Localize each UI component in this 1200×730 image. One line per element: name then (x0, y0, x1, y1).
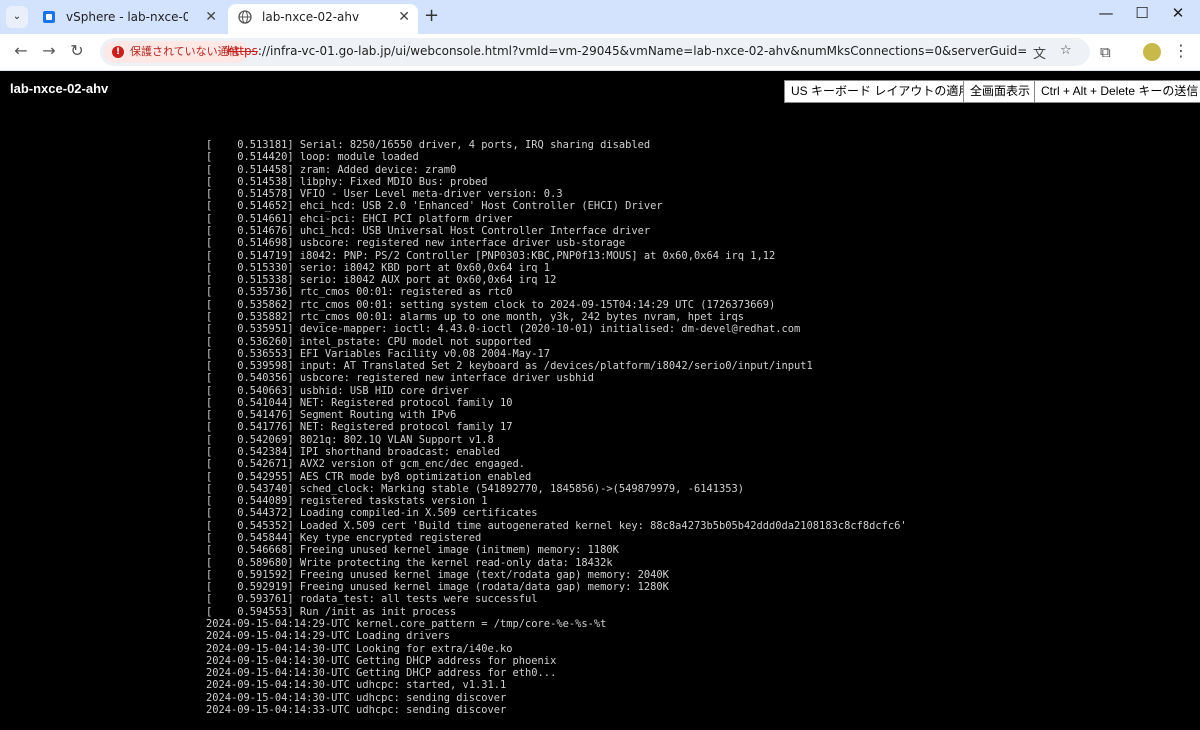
maximize-icon[interactable]: ☐ (1122, 4, 1162, 22)
log-line: 2024-09-15-04:14:30-UTC Looking for extr… (206, 642, 513, 655)
address-bar[interactable]: ! 保護されていない通信 https://infra-vc-01.go-lab.… (100, 38, 1090, 66)
page-title: lab-nxce-02-ahv (10, 81, 109, 96)
bookmark-star-icon[interactable]: ☆ (1060, 43, 1072, 58)
minimize-icon[interactable]: — (1086, 4, 1126, 22)
log-line: [ 0.542955] AES CTR mode by8 optimizatio… (206, 470, 532, 483)
log-line: [ 0.542671] AVX2 version of gcm_enc/dec … (206, 458, 526, 471)
forward-icon[interactable]: → (38, 41, 60, 60)
tab-vsphere[interactable]: vSphere - lab-nxce-02-ahv - サ ✕ (32, 4, 225, 34)
log-line: [ 0.514719] i8042: PNP: PS/2 Controller … (206, 249, 776, 262)
log-line: [ 0.544089] registered taskstats version… (206, 495, 488, 508)
security-chip-label: 保護されていない通信 (130, 45, 240, 58)
fullscreen-button[interactable]: 全画面表示 (963, 80, 1038, 103)
console-header: lab-nxce-02-ahv US キーボード レイアウトの適用 全画面表示 … (0, 72, 1200, 110)
log-line: [ 0.514661] ehci-pci: EHCI PCI platform … (206, 212, 513, 225)
back-icon[interactable]: ← (10, 41, 32, 60)
log-line: [ 0.514652] ehci_hcd: USB 2.0 'Enhanced'… (206, 200, 663, 213)
log-line: [ 0.536553] EFI Variables Facility v0.08… (206, 347, 551, 360)
tab-console[interactable]: lab-nxce-02-ahv ✕ (228, 4, 418, 34)
log-line: [ 0.513181] Serial: 8250/16550 driver, 4… (206, 139, 651, 151)
log-line: [ 0.541044] NET: Registered protocol fam… (206, 396, 513, 409)
browser-toolbar: ← → ↻ ! 保護されていない通信 https://infra-vc-01.g… (0, 34, 1200, 71)
url-scheme: https (227, 44, 258, 58)
log-line: 2024-09-15-04:14:29-UTC kernel.core_patt… (206, 617, 607, 630)
url-rest: ://infra-vc-01.go-lab.jp/ui/webconsole.h… (257, 44, 1027, 58)
log-line: [ 0.535862] rtc_cmos 00:01: setting syst… (206, 298, 776, 311)
log-line: [ 0.546668] Freeing unused kernel image … (206, 544, 619, 557)
log-line: [ 0.594553] Run /init as init process (206, 605, 457, 618)
tab-strip: ⌄ vSphere - lab-nxce-02-ahv - サ ✕ lab-nx… (0, 0, 1200, 34)
log-line: [ 0.535951] device-mapper: ioctl: 4.43.0… (206, 323, 801, 336)
new-tab-icon[interactable]: + (424, 5, 439, 26)
log-line: [ 0.514458] zram: Added device: zram0 (206, 163, 457, 176)
log-line: [ 0.540663] usbhid: USB HID core driver (206, 384, 469, 397)
log-line: 2024-09-15-04:14:30-UTC udhcpc: started,… (206, 679, 507, 692)
log-line: 2024-09-15-04:14:30-UTC udhcpc: sending … (206, 691, 507, 704)
vsphere-icon (43, 11, 55, 23)
log-line: [ 0.593761] rodata_test: all tests were … (206, 593, 538, 606)
log-line: [ 0.540356] usbcore: registered new inte… (206, 372, 594, 385)
log-line: [ 0.539598] input: AT Translated Set 2 k… (206, 360, 813, 373)
send-ctrl-alt-delete-button[interactable]: Ctrl + Alt + Delete キーの送信 (1034, 80, 1200, 103)
translate-icon[interactable]: 文 (1033, 43, 1046, 62)
boot-log: [ 0.513181] Serial: 8250/16550 driver, 4… (206, 139, 907, 716)
log-line: 2024-09-15-04:14:30-UTC Getting DHCP add… (206, 654, 557, 667)
tab-search-button[interactable]: ⌄ (6, 6, 28, 28)
menu-icon[interactable]: ⋮ (1173, 41, 1189, 60)
window-close-icon[interactable]: ✕ (1158, 4, 1198, 22)
log-line: [ 0.589680] Write protecting the kernel … (206, 556, 613, 569)
log-line: [ 0.592919] Freeing unused kernel image … (206, 581, 669, 594)
close-icon[interactable]: ✕ (205, 4, 217, 30)
globe-icon (238, 10, 252, 24)
log-line: [ 0.514698] usbcore: registered new inte… (206, 237, 626, 250)
log-line: [ 0.542069] 8021q: 802.1Q VLAN Support v… (206, 433, 494, 446)
avatar[interactable] (1143, 43, 1161, 61)
us-keyboard-layout-button[interactable]: US キーボード レイアウトの適用 (784, 80, 978, 103)
extensions-icon[interactable]: ⧉ (1100, 43, 1111, 61)
log-line: [ 0.515330] serio: i8042 KBD port at 0x6… (206, 261, 551, 274)
tab-title: lab-nxce-02-ahv (262, 10, 360, 24)
log-line: [ 0.544372] Loading compiled-in X.509 ce… (206, 507, 538, 520)
log-line: [ 0.543740] sched_clock: Marking stable … (206, 482, 744, 495)
log-line: [ 0.545844] Key type encrypted registere… (206, 532, 482, 544)
log-line: [ 0.535882] rtc_cmos 00:01: alarms up to… (206, 310, 744, 323)
console-screen[interactable]: [ 0.513181] Serial: 8250/16550 driver, 4… (0, 110, 1200, 730)
log-line: [ 0.535736] rtc_cmos 00:01: registered a… (206, 286, 513, 299)
log-line: [ 0.541776] NET: Registered protocol fam… (206, 421, 513, 434)
log-line: [ 0.514676] uhci_hcd: USB Universal Host… (206, 224, 651, 237)
log-line: [ 0.591592] Freeing unused kernel image … (206, 568, 669, 581)
close-icon[interactable]: ✕ (398, 4, 410, 30)
reload-icon[interactable]: ↻ (66, 41, 88, 60)
log-line: 2024-09-15-04:14:29-UTC Loading drivers (206, 630, 450, 643)
tab-title: vSphere - lab-nxce-02-ahv - サ (66, 10, 188, 24)
log-line: [ 0.514420] loop: module loaded (206, 151, 419, 164)
log-line: [ 0.536260] intel_pstate: CPU model not … (206, 335, 532, 348)
warning-icon: ! (112, 46, 124, 58)
log-line: [ 0.515338] serio: i8042 AUX port at 0x6… (206, 274, 557, 287)
log-line: [ 0.545352] Loaded X.509 cert 'Build tim… (206, 519, 907, 532)
log-line: [ 0.514578] VFIO - User Level meta-drive… (206, 188, 563, 201)
url-text: https://infra-vc-01.go-lab.jp/ui/webcons… (227, 44, 1027, 58)
log-line: 2024-09-15-04:14:30-UTC Getting DHCP add… (206, 667, 557, 680)
log-line: [ 0.541476] Segment Routing with IPv6 (206, 409, 457, 422)
log-line: [ 0.514538] libphy: Fixed MDIO Bus: prob… (206, 175, 488, 188)
log-line: 2024-09-15-04:14:33-UTC udhcpc: sending … (206, 703, 507, 716)
log-line: [ 0.542384] IPI shorthand broadcast: ena… (206, 446, 501, 459)
